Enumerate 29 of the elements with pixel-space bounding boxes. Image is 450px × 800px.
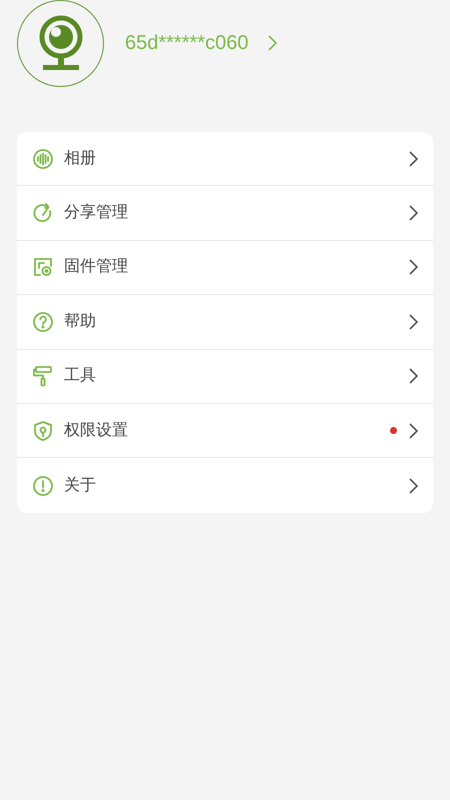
chevron-right-icon <box>268 35 278 51</box>
chevron-right-icon <box>409 205 418 222</box>
menu-label: 分享管理 <box>64 202 129 224</box>
menu-label: 固件管理 <box>64 257 129 278</box>
chevron-right-icon <box>409 150 418 167</box>
menu-label: 关于 <box>64 476 97 496</box>
chevron-right-icon <box>409 422 418 439</box>
menu-item[interactable]: 帮助 <box>17 295 433 350</box>
menu-label: 工具 <box>64 366 97 386</box>
info-icon <box>32 474 54 497</box>
shield-icon <box>32 420 54 442</box>
menu-item[interactable]: 关于 <box>17 458 433 513</box>
menu-item[interactable]: 工具 <box>17 350 433 404</box>
help-icon <box>32 310 54 333</box>
menu-item[interactable]: 固件管理 <box>17 240 433 296</box>
paint-roller-icon <box>32 365 54 388</box>
share-icon <box>32 202 54 224</box>
menu-item[interactable]: 相册 <box>17 132 433 186</box>
menu-label: 帮助 <box>64 312 97 332</box>
menu-label: 相册 <box>64 148 97 169</box>
menu-label: 权限设置 <box>64 420 129 441</box>
chevron-right-icon <box>409 368 418 384</box>
menu-item[interactable]: 分享管理 <box>17 186 433 241</box>
chevron-right-icon <box>409 259 418 276</box>
chevron-right-icon <box>409 478 418 494</box>
menu-item[interactable]: 权限设置 <box>17 404 433 458</box>
firmware-icon <box>32 256 54 278</box>
sound-wave-icon <box>32 148 54 170</box>
chevron-right-icon <box>409 314 418 330</box>
